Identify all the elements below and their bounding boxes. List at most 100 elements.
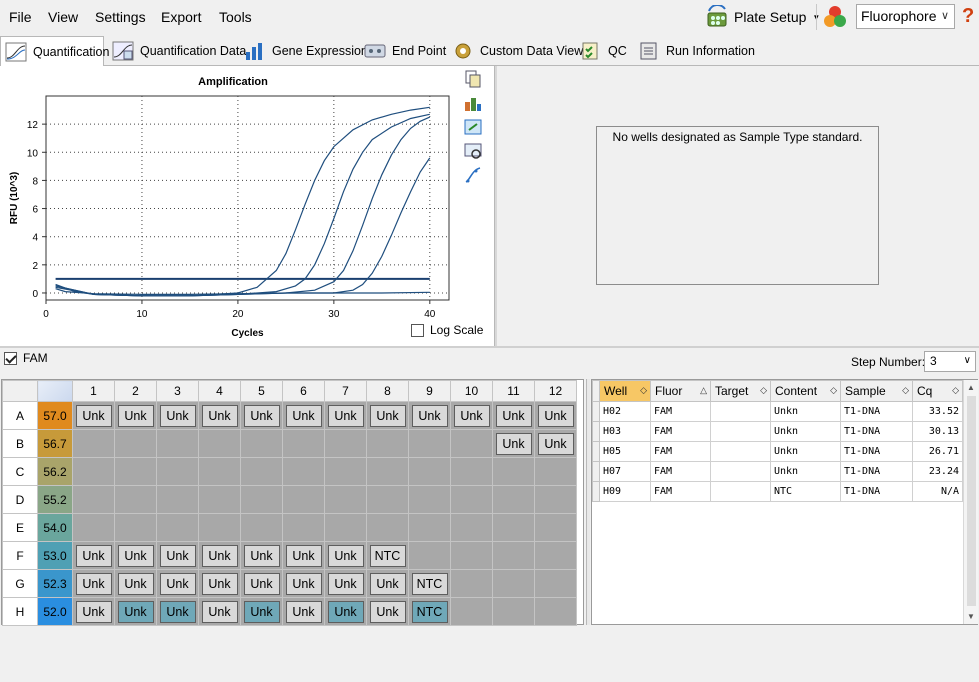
plate-well[interactable]: NTC bbox=[408, 569, 451, 598]
plate-well[interactable]: Unk bbox=[240, 541, 283, 570]
plate-well-empty[interactable] bbox=[240, 429, 283, 458]
plate-well[interactable]: NTC bbox=[366, 541, 409, 570]
menu-export[interactable]: Export bbox=[161, 9, 201, 25]
menu-file[interactable]: File bbox=[9, 9, 32, 25]
plate-well-empty[interactable] bbox=[492, 541, 535, 570]
plate-well[interactable]: Unk bbox=[408, 401, 451, 430]
column-header[interactable]: 1 bbox=[72, 380, 115, 402]
plate-well-empty[interactable] bbox=[366, 485, 409, 514]
plate-well-empty[interactable] bbox=[492, 597, 535, 626]
tab-qc[interactable]: QC bbox=[576, 37, 627, 65]
plate-well-empty[interactable] bbox=[534, 569, 577, 598]
plate-well-empty[interactable] bbox=[408, 429, 451, 458]
fam-filter[interactable]: FAM bbox=[4, 351, 48, 365]
plate-well-empty[interactable] bbox=[492, 513, 535, 542]
plate-well-empty[interactable] bbox=[198, 485, 241, 514]
plate-well-empty[interactable] bbox=[324, 485, 367, 514]
plate-well-empty[interactable] bbox=[282, 457, 325, 486]
tab-quantification[interactable]: Quantification bbox=[0, 36, 109, 67]
column-header-well[interactable]: Well ◇ bbox=[599, 380, 651, 402]
plate-well-empty[interactable] bbox=[198, 457, 241, 486]
plate-well-empty[interactable] bbox=[156, 457, 199, 486]
chart-settings-icon[interactable] bbox=[464, 94, 482, 112]
plate-well-empty[interactable] bbox=[72, 429, 115, 458]
plate-well[interactable]: Unk bbox=[156, 569, 199, 598]
plate-well[interactable]: Unk bbox=[324, 541, 367, 570]
column-header[interactable]: 2 bbox=[114, 380, 157, 402]
plate-well-empty[interactable] bbox=[114, 485, 157, 514]
fam-checkbox[interactable] bbox=[4, 351, 17, 365]
row-selector[interactable] bbox=[592, 401, 600, 422]
tab-run-information[interactable]: Run Information bbox=[634, 37, 755, 65]
menu-view[interactable]: View bbox=[48, 9, 78, 25]
plate-well-empty[interactable] bbox=[324, 429, 367, 458]
plate-well-empty[interactable] bbox=[450, 597, 493, 626]
row-header[interactable]: H bbox=[2, 597, 38, 626]
plate-well-empty[interactable] bbox=[408, 541, 451, 570]
column-header[interactable]: 5 bbox=[240, 380, 283, 402]
plate-well-empty[interactable] bbox=[492, 569, 535, 598]
column-header-sample[interactable]: Sample ◇ bbox=[840, 380, 913, 402]
plate-well[interactable]: Unk bbox=[198, 569, 241, 598]
scroll-down-icon[interactable]: ▼ bbox=[967, 612, 975, 621]
results-scrollbar[interactable]: ▲ ▼ bbox=[963, 380, 978, 624]
row-header[interactable]: G bbox=[2, 569, 38, 598]
plate-well[interactable]: Unk bbox=[324, 597, 367, 626]
plate-well-empty[interactable] bbox=[534, 541, 577, 570]
step-number-select[interactable]: 3 ∨ bbox=[924, 351, 976, 372]
row-header[interactable]: A bbox=[2, 401, 38, 430]
column-header-content[interactable]: Content ◇ bbox=[770, 380, 841, 402]
plate-well-empty[interactable] bbox=[72, 513, 115, 542]
export-chart-icon[interactable] bbox=[464, 118, 482, 136]
table-row[interactable]: H02 FAM Unkn T1-DNA 33.52 bbox=[592, 401, 963, 422]
plate-well[interactable]: Unk bbox=[240, 597, 283, 626]
plate-well[interactable]: Unk bbox=[72, 401, 115, 430]
plate-well-empty[interactable] bbox=[450, 429, 493, 458]
log-scale-toggle[interactable]: Log Scale bbox=[411, 323, 483, 337]
amplification-chart[interactable]: 0 10 20 30 40 0 2 4 6 8 10 12 Cycles RFU (10^3) bbox=[0, 66, 466, 346]
plate-well[interactable]: Unk bbox=[72, 597, 115, 626]
plate-well-empty[interactable] bbox=[492, 485, 535, 514]
plate-well-empty[interactable] bbox=[450, 569, 493, 598]
plate-well-empty[interactable] bbox=[72, 485, 115, 514]
plate-well-empty[interactable] bbox=[534, 457, 577, 486]
fluorophore-icon[interactable] bbox=[822, 4, 848, 30]
column-header[interactable]: 6 bbox=[282, 380, 325, 402]
plate-well-empty[interactable] bbox=[366, 429, 409, 458]
column-header-target[interactable]: Target ◇ bbox=[710, 380, 771, 402]
plate-well[interactable]: Unk bbox=[156, 597, 199, 626]
plate-well-empty[interactable] bbox=[72, 457, 115, 486]
plate-well-empty[interactable] bbox=[114, 457, 157, 486]
plate-well-empty[interactable] bbox=[240, 513, 283, 542]
plate-well-empty[interactable] bbox=[408, 485, 451, 514]
plate-well[interactable]: Unk bbox=[72, 569, 115, 598]
help-icon[interactable]: ? bbox=[962, 5, 974, 28]
plate-well[interactable]: Unk bbox=[282, 597, 325, 626]
plate-well[interactable]: Unk bbox=[492, 429, 535, 458]
plate-well[interactable]: Unk bbox=[156, 541, 199, 570]
row-header[interactable]: E bbox=[2, 513, 38, 542]
plate-well[interactable]: Unk bbox=[72, 541, 115, 570]
plate-well-empty[interactable] bbox=[324, 513, 367, 542]
plate-well[interactable]: Unk bbox=[492, 401, 535, 430]
plate-well-empty[interactable] bbox=[450, 485, 493, 514]
plate-well[interactable]: NTC bbox=[408, 597, 451, 626]
plate-well-empty[interactable] bbox=[450, 541, 493, 570]
tab-quantification-data[interactable]: Quantification Data bbox=[108, 37, 246, 65]
scrollbar-thumb[interactable] bbox=[967, 396, 976, 606]
zoom-chart-icon[interactable] bbox=[464, 142, 482, 160]
plate-well[interactable]: Unk bbox=[198, 597, 241, 626]
fluorophore-select[interactable]: Fluorophore ∨ bbox=[856, 4, 955, 29]
menu-settings[interactable]: Settings bbox=[95, 9, 146, 25]
column-header-fluor[interactable]: Fluor △ bbox=[650, 380, 711, 402]
plate-well[interactable]: Unk bbox=[114, 401, 157, 430]
row-header[interactable]: C bbox=[2, 457, 38, 486]
menu-tools[interactable]: Tools bbox=[219, 9, 252, 25]
plate-well-empty[interactable] bbox=[156, 513, 199, 542]
row-header[interactable]: B bbox=[2, 429, 38, 458]
column-header[interactable]: 4 bbox=[198, 380, 241, 402]
plate-well[interactable]: Unk bbox=[114, 541, 157, 570]
plate-well-empty[interactable] bbox=[408, 457, 451, 486]
scroll-up-icon[interactable]: ▲ bbox=[967, 383, 975, 392]
table-row[interactable]: H09 FAM NTC T1-DNA N/A bbox=[592, 481, 963, 502]
